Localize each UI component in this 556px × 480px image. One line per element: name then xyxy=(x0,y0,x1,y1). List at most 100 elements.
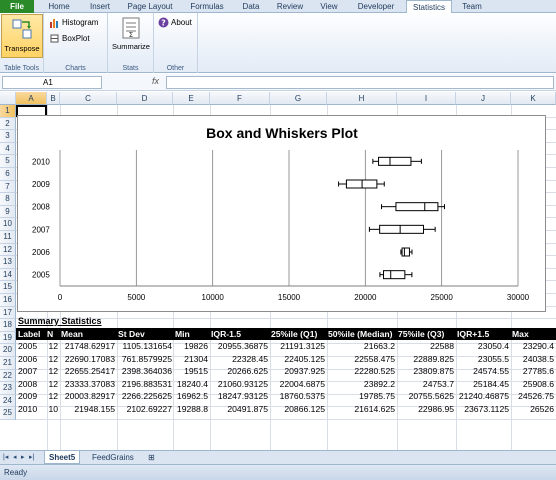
summary-cell[interactable]: 20955.36875 xyxy=(218,340,268,352)
summary-cell[interactable]: 20266.625 xyxy=(227,365,268,377)
row-header[interactable]: 2 xyxy=(0,117,16,131)
row-header[interactable]: 14 xyxy=(0,268,16,282)
column-header-f[interactable]: F xyxy=(210,92,270,105)
row-header[interactable]: 16 xyxy=(0,294,16,307)
row-header[interactable]: 17 xyxy=(0,306,16,320)
summary-cell[interactable]: 22690.17083 xyxy=(65,353,115,365)
row-header[interactable]: 24 xyxy=(0,394,16,408)
summary-cell[interactable]: 22328.45 xyxy=(232,353,268,365)
summary-cell[interactable]: 25184.45 xyxy=(473,378,509,390)
column-header-k[interactable]: K xyxy=(511,92,556,105)
summary-cell[interactable]: 22889.825 xyxy=(413,353,454,365)
summary-cell[interactable]: 16962.5 xyxy=(177,390,208,402)
summary-cell[interactable]: 18247.93125 xyxy=(218,390,268,402)
summary-cell[interactable]: 20755.5625 xyxy=(409,390,454,402)
row-header[interactable]: 10 xyxy=(0,218,16,231)
summary-cell[interactable]: 2009 xyxy=(18,390,37,402)
boxplot-chart[interactable]: Box and Whiskers Plot 0 5000 10000 15000 200… xyxy=(17,115,546,312)
summary-cell[interactable]: 21948.155 xyxy=(74,403,115,415)
column-header-d[interactable]: D xyxy=(117,92,173,105)
tab-review[interactable]: Review xyxy=(270,0,310,13)
summary-cell[interactable]: 22588 xyxy=(430,340,454,352)
summary-cell[interactable]: 2102.69227 xyxy=(127,403,172,415)
row-header[interactable]: 19 xyxy=(0,331,16,345)
row-header[interactable]: 15 xyxy=(0,281,16,294)
row-header[interactable]: 25 xyxy=(0,407,16,420)
sheet-tab-feedgrains[interactable]: FeedGrains xyxy=(88,451,138,464)
summary-cell[interactable]: 12 xyxy=(48,340,58,352)
summary-cell[interactable]: 1105.131654 xyxy=(122,340,172,352)
summary-cell[interactable]: 19288.8 xyxy=(177,403,208,415)
summary-cell[interactable]: 24526.75 xyxy=(518,390,554,402)
summary-cell[interactable]: 26526 xyxy=(530,403,554,415)
prev-sheet-icon[interactable]: ◂ xyxy=(13,453,17,461)
summary-cell[interactable]: 22405.125 xyxy=(284,353,325,365)
row-header[interactable]: 8 xyxy=(0,193,16,206)
summary-cell[interactable]: 23055.5 xyxy=(478,353,509,365)
row-header[interactable]: 13 xyxy=(0,256,16,269)
tab-view[interactable]: View xyxy=(312,0,346,13)
row-header[interactable]: 12 xyxy=(0,243,16,257)
new-sheet-icon[interactable]: ⊞ xyxy=(144,451,159,464)
row-header[interactable]: 6 xyxy=(0,168,16,181)
summary-cell[interactable]: 20491.875 xyxy=(227,403,268,415)
row-header[interactable]: 3 xyxy=(0,130,16,143)
summary-cell[interactable]: 21663.2 xyxy=(364,340,395,352)
about-button[interactable]: ? About xyxy=(158,17,192,28)
summary-cell[interactable]: 24753.7 xyxy=(423,378,454,390)
summary-cell[interactable]: 21614.625 xyxy=(354,403,395,415)
tab-developer[interactable]: Developer xyxy=(350,0,402,13)
summary-cell[interactable]: 12 xyxy=(48,378,58,390)
summary-cell[interactable]: 21060.93125 xyxy=(218,378,268,390)
summary-cell[interactable]: 24574.55 xyxy=(473,365,509,377)
summary-cell[interactable]: 22004.6875 xyxy=(280,378,325,390)
column-header-b[interactable]: B xyxy=(47,92,60,105)
summary-cell[interactable]: 12 xyxy=(48,365,58,377)
column-header-i[interactable]: I xyxy=(397,92,456,105)
row-header[interactable]: 20 xyxy=(0,344,16,357)
summary-cell[interactable]: 2010 xyxy=(18,403,37,415)
tab-statistics[interactable]: Statistics xyxy=(406,0,452,14)
tab-home[interactable]: Home xyxy=(40,0,78,13)
summarize-button[interactable]: Σ Summarize xyxy=(109,14,153,58)
tab-data[interactable]: Data xyxy=(234,0,268,13)
summary-cell[interactable]: 23892.2 xyxy=(364,378,395,390)
summary-cell[interactable]: 23809.875 xyxy=(413,365,454,377)
summary-cell[interactable]: 27785.6 xyxy=(523,365,554,377)
summary-cell[interactable]: 2005 xyxy=(18,340,37,352)
column-header-h[interactable]: H xyxy=(327,92,397,105)
summary-cell[interactable]: 21748.62917 xyxy=(65,340,115,352)
summary-cell[interactable]: 20003.82917 xyxy=(65,390,115,402)
row-header[interactable]: 23 xyxy=(0,382,16,395)
summary-cell[interactable]: 25908.6 xyxy=(523,378,554,390)
column-header-e[interactable]: E xyxy=(173,92,210,105)
row-header[interactable]: 11 xyxy=(0,231,16,244)
summary-cell[interactable]: 10 xyxy=(48,403,58,415)
boxplot-button[interactable]: BoxPlot xyxy=(49,33,90,44)
tab-page-layout[interactable]: Page Layout xyxy=(122,0,178,13)
tab-insert[interactable]: Insert xyxy=(80,0,120,13)
column-header-g[interactable]: G xyxy=(270,92,327,105)
summary-cell[interactable]: 19785.75 xyxy=(359,390,395,402)
summary-cell[interactable]: 22558.475 xyxy=(354,353,395,365)
sheet-tab-sheet5[interactable]: Sheet5 xyxy=(44,451,81,464)
summary-cell[interactable]: 22655.25417 xyxy=(65,365,115,377)
row-header[interactable]: 5 xyxy=(0,155,16,168)
histogram-button[interactable]: Histogram xyxy=(49,17,98,28)
last-sheet-icon[interactable]: ▸| xyxy=(29,453,34,461)
row-header[interactable]: 9 xyxy=(0,205,16,219)
summary-cell[interactable]: 20937.925 xyxy=(284,365,325,377)
summary-cell[interactable]: 24038.5 xyxy=(523,353,554,365)
summary-cell[interactable]: 19515 xyxy=(184,365,208,377)
summary-cell[interactable]: 12 xyxy=(48,353,58,365)
row-header[interactable]: 1 xyxy=(0,105,16,118)
transpose-button[interactable]: Transpose xyxy=(1,14,43,58)
column-header-c[interactable]: C xyxy=(60,92,117,105)
select-all-corner[interactable] xyxy=(0,92,16,105)
next-sheet-icon[interactable]: ▸ xyxy=(21,453,25,461)
column-header-a[interactable]: A xyxy=(16,92,47,105)
summary-cell[interactable]: 21304 xyxy=(184,353,208,365)
first-sheet-icon[interactable]: |◂ xyxy=(3,453,8,461)
tab-formulas[interactable]: Formulas xyxy=(182,0,232,13)
row-header[interactable]: 21 xyxy=(0,357,16,370)
